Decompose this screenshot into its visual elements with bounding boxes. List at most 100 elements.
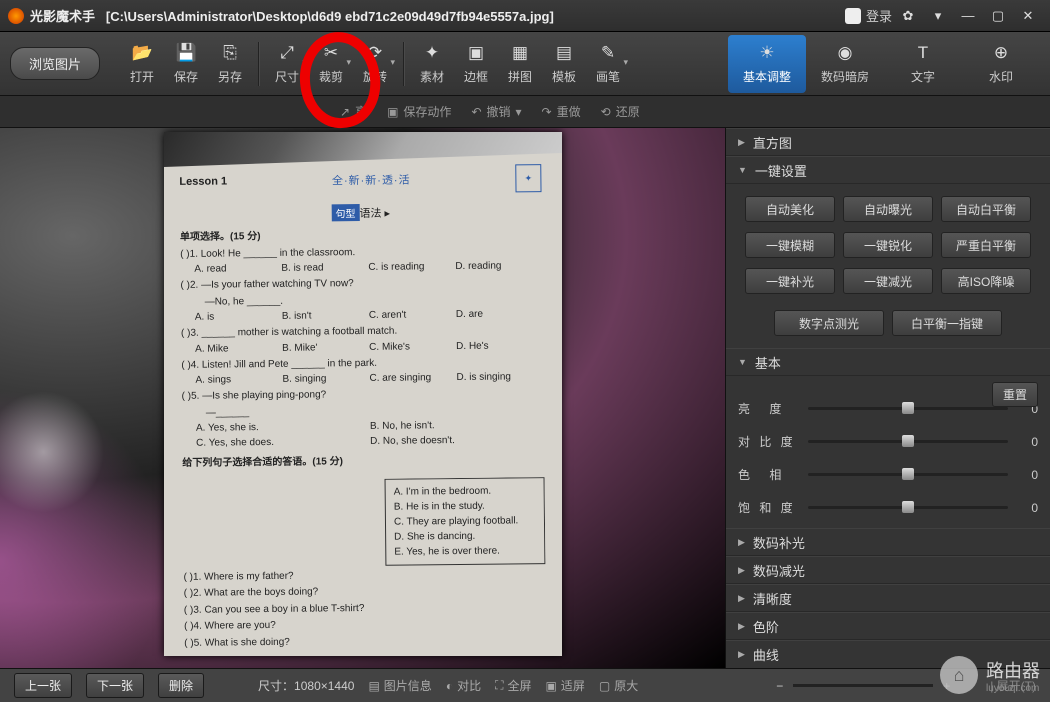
file-path: [C:\Users\Administrator\Desktop\d6d9 ebd…	[106, 9, 554, 24]
slider-thumb[interactable]	[902, 468, 914, 480]
fullscreen-button[interactable]: ⛶ 全屏	[495, 677, 531, 694]
iso-noise-button[interactable]: 高ISO降噪	[941, 268, 1031, 294]
compare-button[interactable]: ◐ 对比	[446, 677, 481, 694]
sharpen-button[interactable]: 一键锐化	[843, 232, 933, 258]
original-button[interactable]: ▢ 原大	[599, 677, 638, 694]
fill-light-button[interactable]: 一键补光	[745, 268, 835, 294]
oneclick-body: 自动美化自动曝光自动白平衡 一键模糊一键锐化严重白平衡 一键补光一键减光高ISO…	[726, 184, 1050, 348]
size-button[interactable]: ⤢尺寸	[265, 35, 309, 93]
undo-button[interactable]: ↶ 撤销 ▾	[471, 103, 521, 120]
chevron-right-icon: ▶	[738, 621, 745, 632]
saveaction-button[interactable]: ▣ 保存动作	[387, 103, 451, 120]
restore-button[interactable]: ⟲ 还原	[601, 103, 640, 120]
browse-button[interactable]: 浏览图片	[10, 47, 100, 80]
blur-button[interactable]: 一键模糊	[745, 232, 835, 258]
strong-wb-button[interactable]: 严重白平衡	[941, 232, 1031, 258]
save-icon: 💾	[176, 43, 196, 63]
sliders-body: 重置 亮 度0 对 比 度0 色 相0 饱 和 度0	[726, 376, 1050, 528]
auto-beautify-button[interactable]: 自动美化	[745, 196, 835, 222]
saveas-button[interactable]: ⎘另存	[208, 35, 252, 93]
oneclick-section[interactable]: ▼一键设置	[726, 156, 1050, 184]
action-bar: ↗ 享 ▣ 保存动作 ↶ 撤销 ▾ ↷ 重做 ⟲ 还原	[0, 96, 1050, 128]
canvas[interactable]: Lesson 1 全·新·新·透·活 ✦ 句型语法 ▸ 单项选择。(15 分) …	[0, 128, 725, 668]
chevron-down-icon: ▼	[738, 357, 747, 367]
spot-meter-button[interactable]: 数字点测光	[774, 310, 884, 336]
collage-icon: ▦	[510, 43, 530, 63]
delete-button[interactable]: 删除	[158, 673, 204, 698]
doc-sub: 全·新·新·透·活	[331, 171, 410, 188]
saturation-slider[interactable]: 饱 和 度0	[738, 499, 1038, 516]
frame-button[interactable]: ▣边框	[454, 35, 498, 93]
rotate-icon: ⟳	[365, 43, 385, 63]
size-icon: ⤢	[277, 43, 297, 63]
info-button[interactable]: ▤ 图片信息	[368, 677, 431, 694]
levels-section[interactable]: ▶色阶	[726, 612, 1050, 640]
digital-reduce-section[interactable]: ▶数码减光	[726, 556, 1050, 584]
avatar-icon[interactable]	[845, 8, 861, 24]
status-bar: 上一张 下一张 删除 尺寸：1080×1440 ▤ 图片信息 ◐ 对比 ⛶ 全屏…	[0, 668, 1050, 702]
collage-button[interactable]: ▦拼图	[498, 35, 542, 93]
chevron-down-icon: ▼	[738, 165, 747, 175]
darkroom-icon: ◉	[835, 43, 855, 63]
separator	[258, 42, 259, 86]
auto-wb-button[interactable]: 自动白平衡	[941, 196, 1031, 222]
basic-section[interactable]: ▼基本	[726, 348, 1050, 376]
zoom-out-icon[interactable]: −	[776, 679, 783, 693]
image-preview: Lesson 1 全·新·新·透·活 ✦ 句型语法 ▸ 单项选择。(15 分) …	[164, 132, 562, 656]
window-title: 光影魔术手 [C:\Users\Administrator\Desktop\d6…	[30, 6, 840, 25]
template-icon: ▤	[554, 43, 574, 63]
hue-slider[interactable]: 色 相0	[738, 466, 1038, 483]
crop-icon: ✂	[321, 43, 341, 63]
saveas-icon: ⎘	[220, 43, 240, 63]
redo-button[interactable]: ↷ 重做	[542, 103, 581, 120]
basic-adjust-tab[interactable]: ☀基本调整	[728, 35, 806, 93]
reduce-light-button[interactable]: 一键减光	[843, 268, 933, 294]
text-tab[interactable]: T文字	[884, 35, 962, 93]
template-button[interactable]: ▤模板	[542, 35, 586, 93]
digital-fill-section[interactable]: ▶数码补光	[726, 528, 1050, 556]
home-button[interactable]: ✿	[894, 5, 922, 27]
crop-button[interactable]: ✂裁剪	[309, 35, 353, 93]
rotate-button[interactable]: ⟳旋转	[353, 35, 397, 93]
login-link[interactable]: 登录	[866, 6, 892, 25]
chevron-right-icon: ▶	[738, 537, 745, 548]
prev-button[interactable]: 上一张	[14, 673, 72, 698]
watermark-logo: ⌂ 路由器luyouqi.com	[940, 656, 1040, 694]
fit-button[interactable]: ▣ 适屏	[546, 677, 585, 694]
answer-box: A. I'm in the bedroom. B. He is in the s…	[384, 477, 545, 566]
maximize-button[interactable]: ▢	[984, 5, 1012, 27]
share-button[interactable]: ↗ 享	[340, 103, 367, 120]
reset-button[interactable]: 重置	[992, 382, 1038, 407]
clarity-section[interactable]: ▶清晰度	[726, 584, 1050, 612]
frame-icon: ▣	[466, 43, 486, 63]
close-button[interactable]: ✕	[1014, 5, 1042, 27]
chevron-right-icon: ▶	[738, 593, 745, 604]
app-name: 光影魔术手	[30, 9, 95, 24]
chevron-right-icon: ▶	[738, 649, 745, 660]
slider-thumb[interactable]	[902, 402, 914, 414]
wb-onekey-button[interactable]: 白平衡一指键	[892, 310, 1002, 336]
chevron-right-icon: ▶	[738, 137, 745, 148]
slider-thumb[interactable]	[902, 435, 914, 447]
next-button[interactable]: 下一张	[86, 673, 144, 698]
slider-thumb[interactable]	[902, 501, 914, 513]
darkroom-tab[interactable]: ◉数码暗房	[806, 35, 884, 93]
save-button[interactable]: 💾保存	[164, 35, 208, 93]
brush-icon: ✎	[598, 43, 618, 63]
watermark-tab[interactable]: ⊕水印	[962, 35, 1040, 93]
titlebar: 光影魔术手 [C:\Users\Administrator\Desktop\d6…	[0, 0, 1050, 32]
dropdown-button[interactable]: ▾	[924, 5, 952, 27]
material-button[interactable]: ✦素材	[410, 35, 454, 93]
brush-button[interactable]: ✎画笔	[586, 35, 630, 93]
basic-icon: ☀	[757, 43, 777, 63]
dimensions-label: 尺寸：1080×1440	[258, 677, 354, 694]
auto-exposure-button[interactable]: 自动曝光	[843, 196, 933, 222]
histogram-section[interactable]: ▶直方图	[726, 128, 1050, 156]
chevron-right-icon: ▶	[738, 565, 745, 576]
main-area: Lesson 1 全·新·新·透·活 ✦ 句型语法 ▸ 单项选择。(15 分) …	[0, 128, 1050, 668]
open-button[interactable]: 📂打开	[120, 35, 164, 93]
doc-lesson: Lesson 1	[179, 175, 227, 187]
contrast-slider[interactable]: 对 比 度0	[738, 433, 1038, 450]
app-icon	[8, 8, 24, 24]
minimize-button[interactable]: —	[954, 5, 982, 27]
